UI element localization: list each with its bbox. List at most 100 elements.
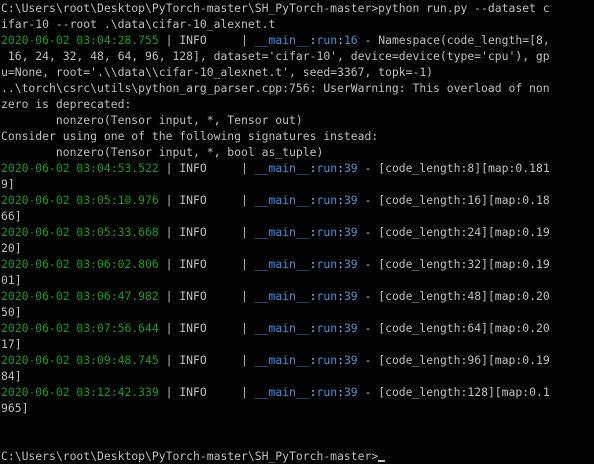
log-function: run	[316, 161, 338, 175]
warning-line: nonzero(Tensor input, *, bool as_tuple)	[1, 145, 324, 159]
log-timestamp: 2020-06-02 03:07:56.644	[1, 321, 159, 335]
log-colon: :	[309, 353, 317, 367]
log-colon: :	[337, 193, 344, 207]
log-level: INFO	[179, 33, 207, 47]
result-log-wrap: 9]	[1, 177, 15, 191]
log-message: - [code_length:24][map:0.19	[357, 225, 550, 239]
log-module: __main__	[254, 225, 310, 239]
log-separator: |	[206, 321, 255, 335]
final-prompt-line[interactable]: C:\Users\root\Desktop\PyTorch-master\SH_…	[1, 448, 594, 464]
result-log-wrap: 20]	[1, 241, 22, 255]
log-module: __main__	[254, 257, 310, 271]
result-log-line: 2020-06-02 03:05:33.668 | INFO | __main_…	[1, 224, 594, 240]
result-log-wrap: 17]	[1, 337, 22, 351]
log-separator: |	[206, 289, 255, 303]
log-function: run	[316, 321, 338, 335]
result-log-line: 2020-06-02 03:06:47.982 | INFO | __main_…	[1, 288, 594, 304]
log-colon: :	[309, 289, 317, 303]
log-separator: |	[158, 257, 180, 271]
log-message: - [code_length:32][map:0.19	[357, 257, 550, 271]
log-timestamp: 2020-06-02 03:06:02.806	[1, 257, 159, 271]
log-timestamp: 2020-06-02 03:12:42.339	[1, 385, 159, 399]
log-separator: |	[206, 257, 255, 271]
result-log-line: 2020-06-02 03:06:02.806 | INFO | __main_…	[1, 256, 594, 272]
log-separator: |	[158, 225, 180, 239]
log-line-number: 39	[343, 321, 358, 335]
log-module: __main__	[254, 33, 310, 47]
warning-line: nonzero(Tensor input, *, Tensor out)	[1, 113, 303, 127]
namespace-log-line: 2020-06-02 03:04:28.755 | INFO | __main_…	[1, 32, 594, 48]
log-line-number: 39	[343, 257, 358, 271]
log-line-number: 39	[343, 353, 358, 367]
log-colon: :	[337, 321, 344, 335]
log-colon: :	[337, 161, 344, 175]
warning-line: Consider using one of the following sign…	[1, 129, 379, 143]
log-module: __main__	[254, 353, 310, 367]
log-separator: |	[158, 33, 180, 47]
warning-line: zero is deprecated:	[1, 97, 132, 111]
log-separator: |	[206, 353, 255, 367]
log-line-number: 39	[343, 225, 358, 239]
log-colon: :	[309, 257, 317, 271]
result-log-line: 2020-06-02 03:05:10.976 | INFO | __main_…	[1, 192, 594, 208]
log-line-number: 39	[343, 161, 358, 175]
log-colon: :	[309, 385, 317, 399]
warning-line: ..\torch\csrc\utils\python_arg_parser.cp…	[1, 81, 550, 95]
log-level: INFO	[179, 385, 207, 399]
log-timestamp: 2020-06-02 03:05:10.976	[1, 193, 159, 207]
log-timestamp: 2020-06-02 03:04:53.522	[1, 161, 159, 175]
log-colon: :	[309, 225, 317, 239]
command-line-wrap: ifar-10 --root .\data\cifar-10_alexnet.t	[1, 17, 276, 31]
log-function: run	[316, 385, 338, 399]
log-level: INFO	[179, 161, 207, 175]
log-function: run	[316, 353, 338, 367]
log-module: __main__	[254, 161, 310, 175]
result-log-wrap: 50]	[1, 305, 22, 319]
log-module: __main__	[254, 193, 310, 207]
log-colon: :	[309, 33, 317, 47]
log-level: INFO	[179, 225, 207, 239]
command-line: C:\Users\root\Desktop\PyTorch-master\SH_…	[1, 1, 550, 15]
log-message: - [code_length:64][map:0.20	[357, 321, 550, 335]
log-message: - [code_length:96][map:0.19	[357, 353, 550, 367]
log-module: __main__	[254, 321, 310, 335]
log-module: __main__	[254, 385, 310, 399]
prompt-text: C:\Users\root\Desktop\PyTorch-master\SH_…	[1, 449, 379, 463]
text-cursor	[378, 460, 386, 462]
terminal-window[interactable]: C:\Users\root\Desktop\PyTorch-master\SH_…	[0, 0, 594, 463]
log-level: INFO	[179, 289, 207, 303]
log-line-number: 39	[343, 193, 358, 207]
log-separator: |	[158, 161, 180, 175]
log-timestamp: 2020-06-02 03:04:28.755	[1, 33, 159, 47]
result-log-wrap: 66]	[1, 209, 22, 223]
log-colon: :	[337, 353, 344, 367]
log-separator: |	[158, 289, 180, 303]
log-message: - [code_length:8][map:0.181	[357, 161, 550, 175]
log-level: INFO	[179, 353, 207, 367]
log-separator: |	[206, 385, 255, 399]
log-colon: :	[337, 385, 344, 399]
log-level: INFO	[179, 321, 207, 335]
log-colon: :	[337, 289, 344, 303]
namespace-log-continuation: u=None, root='.\\data\\cifar-10_alexnet.…	[1, 65, 434, 79]
log-line-number: 39	[343, 385, 358, 399]
log-function: run	[316, 257, 338, 271]
log-function: run	[316, 193, 338, 207]
log-module: __main__	[254, 289, 310, 303]
log-separator: |	[206, 193, 255, 207]
log-colon: :	[309, 193, 317, 207]
log-timestamp: 2020-06-02 03:06:47.982	[1, 289, 159, 303]
log-message: - Namespace(code_length=[8,	[357, 33, 550, 47]
log-line-number: 39	[343, 289, 358, 303]
log-function: run	[316, 289, 338, 303]
result-log-wrap: 01]	[1, 273, 22, 287]
log-level: INFO	[179, 257, 207, 271]
log-timestamp: 2020-06-02 03:09:48.745	[1, 353, 159, 367]
log-separator: |	[206, 161, 255, 175]
log-function: run	[316, 225, 338, 239]
log-separator: |	[158, 353, 180, 367]
log-function: run	[316, 33, 338, 47]
log-level: INFO	[179, 193, 207, 207]
